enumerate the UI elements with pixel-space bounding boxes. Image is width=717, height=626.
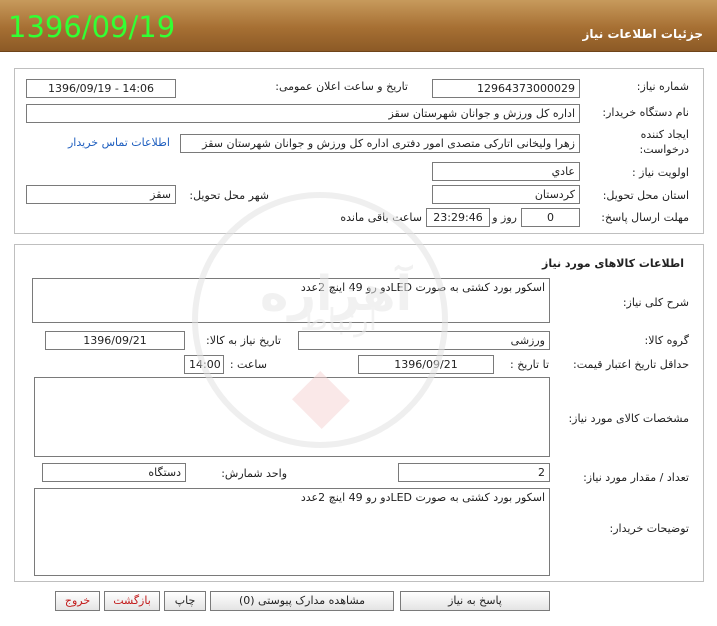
- deadline-days-field[interactable]: 0: [521, 208, 580, 227]
- announce-datetime-label: تاریخ و ساعت اعلان عمومی:: [275, 80, 408, 93]
- date-badge: 1396/09/19: [8, 10, 176, 44]
- watermark-sub-text: ارتباط: [300, 303, 377, 338]
- buyer-org-field[interactable]: اداره کل ورزش و جوانان شهرستان سقز: [26, 104, 580, 123]
- quantity-label: تعداد / مقدار مورد نیاز:: [583, 471, 689, 484]
- unit-field[interactable]: دستگاه: [42, 463, 186, 482]
- min-price-date-label: حداقل تاریخ اعتبار قیمت:: [573, 358, 689, 371]
- specs-label: مشخصات کالای مورد نیاز:: [568, 412, 689, 425]
- creator-label-line2: درخواست:: [639, 143, 689, 156]
- buyer-notes-label: توضیحات خریدار:: [609, 522, 690, 535]
- unit-label: واحد شمارش:: [221, 467, 287, 480]
- province-label: استان محل تحویل:: [602, 189, 689, 202]
- print-button[interactable]: چاپ: [164, 591, 206, 611]
- priority-field[interactable]: عادي: [432, 162, 580, 181]
- buyer-contact-link[interactable]: اطلاعات تماس خریدار: [68, 136, 170, 149]
- watermark-logo: آهزاره ارتباط: [192, 192, 448, 448]
- general-desc-label: شرح کلی نیاز:: [622, 296, 689, 309]
- to-date-label: تا تاریخ :: [510, 358, 549, 371]
- page-title: جزئیات اطلاعات نیاز: [582, 27, 703, 41]
- announce-datetime-field[interactable]: 1396/09/19 - 14:06: [26, 79, 176, 98]
- reply-to-need-button[interactable]: پاسخ به نیاز: [400, 591, 550, 611]
- goods-group-label: گروه کالا:: [644, 334, 689, 347]
- goods-section-title: اطلاعات کالاهای مورد نیاز: [542, 257, 684, 270]
- creator-field[interactable]: زهرا ولیخانی اتارکی متصدی امور دفتری ادا…: [180, 134, 580, 153]
- need-number-label: شماره نیاز:: [636, 80, 689, 93]
- need-number-field[interactable]: 12964373000029: [432, 79, 580, 98]
- quantity-field[interactable]: 2: [398, 463, 550, 482]
- priority-label: اولویت نیاز :: [631, 166, 689, 179]
- view-attachments-button[interactable]: مشاهده مدارک پیوستی (0): [210, 591, 394, 611]
- buyer-notes-field[interactable]: اسکور بورد کشتی به صورت LEDدو رو 49 اینچ…: [34, 488, 550, 576]
- creator-label-line1: ایجاد کننده: [640, 128, 689, 141]
- exit-button[interactable]: خروج: [55, 591, 100, 611]
- back-button[interactable]: بازگشت: [104, 591, 160, 611]
- deadline-label: مهلت ارسال پاسخ:: [601, 211, 689, 224]
- buyer-org-label: نام دستگاه خریدار:: [602, 106, 689, 119]
